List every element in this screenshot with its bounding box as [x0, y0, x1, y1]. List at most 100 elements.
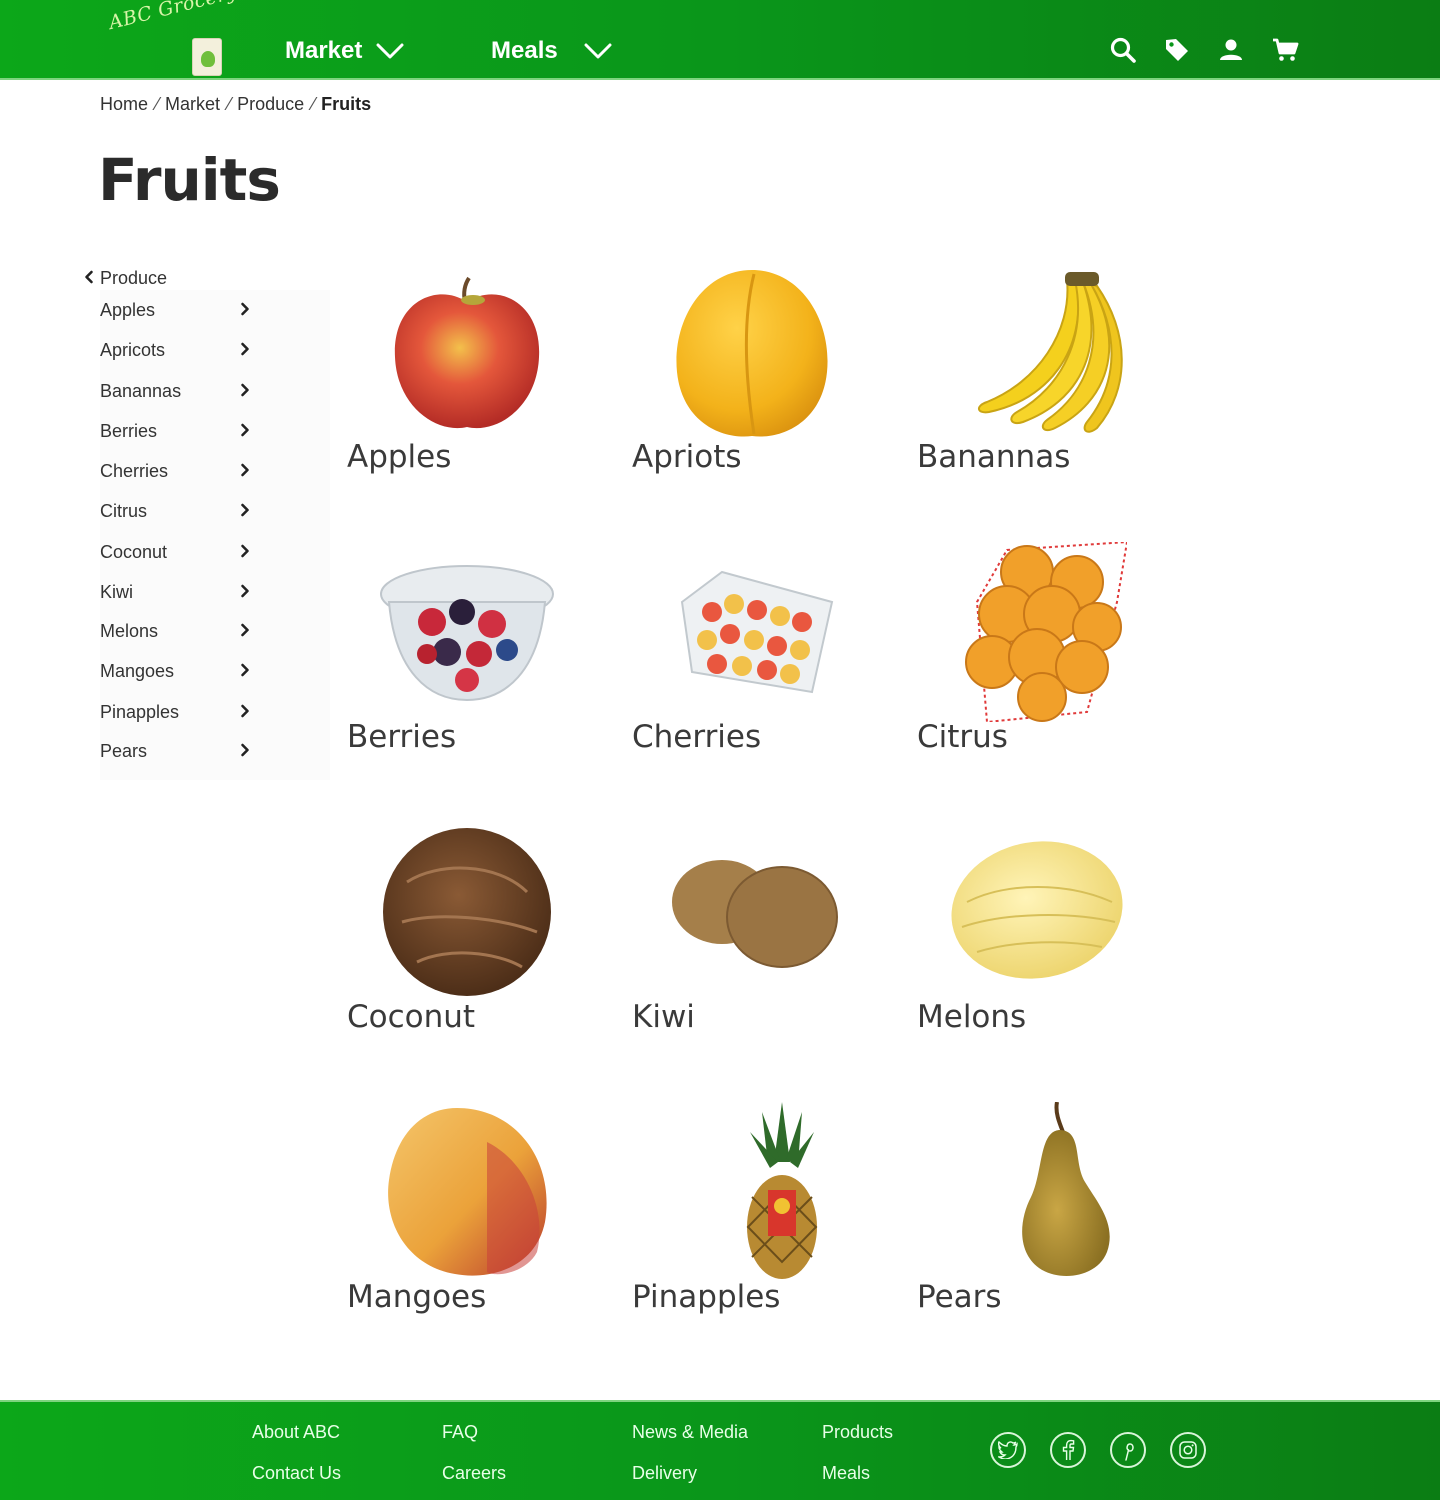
product-card-apricots[interactable]: Apriots	[632, 262, 862, 502]
sidebar-item-label: Citrus	[100, 500, 148, 521]
tag-icon[interactable]	[1150, 36, 1204, 64]
product-card-label: Pears	[917, 1279, 1002, 1315]
sidebar-item-label: Apricots	[100, 339, 166, 360]
sidebar-item-label: Cherries	[100, 460, 169, 481]
sidebar-parent-label: Produce	[100, 268, 168, 288]
product-card-label: Coconut	[347, 999, 476, 1035]
sidebar-item-pinapples[interactable]: Pinapples	[100, 699, 250, 725]
sidebar-item-berries[interactable]: Berries	[100, 418, 250, 444]
footer-link-meals[interactable]: Meals	[822, 1463, 870, 1484]
product-card-mangoes[interactable]: Mangoes	[347, 1102, 577, 1342]
product-card-cherries[interactable]: Cherries	[632, 542, 862, 782]
product-card-pinapples[interactable]: Pinapples	[632, 1102, 862, 1342]
product-card-label: Apples	[347, 439, 452, 475]
sidebar-item-mangoes[interactable]: Mangoes	[100, 658, 250, 684]
product-card-kiwi[interactable]: Kiwi	[632, 822, 862, 1062]
product-card-pears[interactable]: Pears	[917, 1102, 1147, 1342]
cherries-image	[680, 570, 834, 694]
product-card-label: Kiwi	[632, 999, 695, 1035]
chevron-right-icon	[240, 661, 250, 682]
breadcrumb-produce[interactable]: Produce	[237, 94, 304, 115]
mango-image	[388, 1108, 547, 1276]
sidebar-item-banannas[interactable]: Banannas	[100, 378, 250, 404]
logo-text: ABC Grocery	[106, 0, 240, 35]
chevron-right-icon	[240, 542, 250, 563]
product-card-banannas[interactable]: Banannas	[917, 262, 1147, 502]
chevron-right-icon	[240, 300, 250, 321]
sidebar-item-label: Melons	[100, 620, 159, 641]
coconut-image	[383, 828, 551, 996]
nav-market[interactable]: Market	[285, 34, 404, 68]
sidebar-back-produce[interactable]: Produce	[84, 268, 167, 289]
breadcrumb-home[interactable]: Home	[100, 94, 148, 115]
pear-image	[1022, 1102, 1110, 1276]
cart-icon[interactable]	[1258, 36, 1312, 64]
chevron-down-icon	[376, 42, 404, 60]
sidebar-item-label: Pinapples	[100, 701, 180, 722]
product-card-label: Melons	[917, 999, 1027, 1035]
search-icon[interactable]	[1096, 36, 1150, 64]
facebook-icon[interactable]	[1050, 1432, 1086, 1468]
pinterest-icon[interactable]	[1110, 1432, 1146, 1468]
sidebar-item-cherries[interactable]: Cherries	[100, 458, 250, 484]
product-card-label: Mangoes	[347, 1279, 487, 1315]
page-title: Fruits	[98, 146, 281, 214]
breadcrumb-current: Fruits	[321, 93, 372, 114]
chevron-right-icon	[240, 421, 250, 442]
sidebar-item-citrus[interactable]: Citrus	[100, 498, 250, 524]
product-card-melons[interactable]: Melons	[917, 822, 1147, 1062]
breadcrumb-separator: ⁄	[156, 93, 160, 114]
nav-market-label: Market	[285, 37, 363, 64]
header-actions	[1096, 36, 1312, 64]
chevron-right-icon	[240, 582, 250, 603]
site-header: ABC Grocery Market Meals	[0, 0, 1440, 80]
sidebar-item-kiwi[interactable]: Kiwi	[100, 579, 250, 605]
sidebar-item-coconut[interactable]: Coconut	[100, 539, 250, 565]
footer-link-about[interactable]: About ABC	[252, 1422, 340, 1443]
product-card-label: Citrus	[917, 719, 1008, 755]
chevron-right-icon	[240, 621, 250, 642]
footer-link-products[interactable]: Products	[822, 1422, 893, 1443]
chevron-right-icon	[240, 741, 250, 762]
footer-link-faq[interactable]: FAQ	[442, 1422, 478, 1443]
sidebar-item-melons[interactable]: Melons	[100, 618, 250, 644]
footer-link-careers[interactable]: Careers	[442, 1463, 506, 1484]
twitter-icon[interactable]	[990, 1432, 1026, 1468]
berries-image	[380, 565, 554, 702]
sidebar-item-apricots[interactable]: Apricots	[100, 337, 250, 363]
product-card-berries[interactable]: Berries	[347, 542, 577, 782]
footer-link-contact[interactable]: Contact Us	[252, 1463, 341, 1484]
kiwi-image	[672, 860, 838, 968]
chevron-right-icon	[240, 501, 250, 522]
nav-meals[interactable]: Meals	[491, 34, 612, 68]
sidebar-item-label: Kiwi	[100, 581, 134, 602]
instagram-icon[interactable]	[1170, 1432, 1206, 1468]
apricot-image	[676, 270, 828, 437]
chevron-right-icon	[240, 461, 250, 482]
chevron-right-icon	[240, 702, 250, 723]
chevron-right-icon	[240, 340, 250, 361]
citrus-image	[965, 542, 1127, 722]
product-card-apples[interactable]: Apples	[347, 262, 577, 502]
sidebar-item-label: Berries	[100, 420, 158, 441]
product-card-label: Apriots	[632, 439, 742, 475]
sidebar-item-apples[interactable]: Apples	[100, 297, 250, 323]
breadcrumb-separator: ⁄	[312, 93, 316, 114]
footer-link-news[interactable]: News & Media	[632, 1422, 748, 1443]
product-card-coconut[interactable]: Coconut	[347, 822, 577, 1062]
footer-link-delivery[interactable]: Delivery	[632, 1463, 697, 1484]
sidebar-item-label: Apples	[100, 299, 156, 320]
site-footer	[0, 1400, 1440, 1500]
sidebar-item-label: Banannas	[100, 380, 182, 401]
breadcrumb-market[interactable]: Market	[165, 94, 220, 115]
nav-meals-label: Meals	[491, 37, 558, 64]
logo[interactable]: ABC Grocery	[107, 0, 242, 78]
sidebar-item-pears[interactable]: Pears	[100, 738, 250, 764]
chevron-right-icon	[240, 381, 250, 402]
breadcrumb: Home ⁄ Market ⁄ Produce ⁄ Fruits	[100, 92, 371, 116]
product-card-label: Berries	[347, 719, 457, 755]
product-card-citrus[interactable]: Citrus	[917, 542, 1147, 782]
grocery-bag-icon	[192, 38, 222, 76]
user-icon[interactable]	[1204, 36, 1258, 64]
product-card-label: Pinapples	[632, 1279, 781, 1315]
